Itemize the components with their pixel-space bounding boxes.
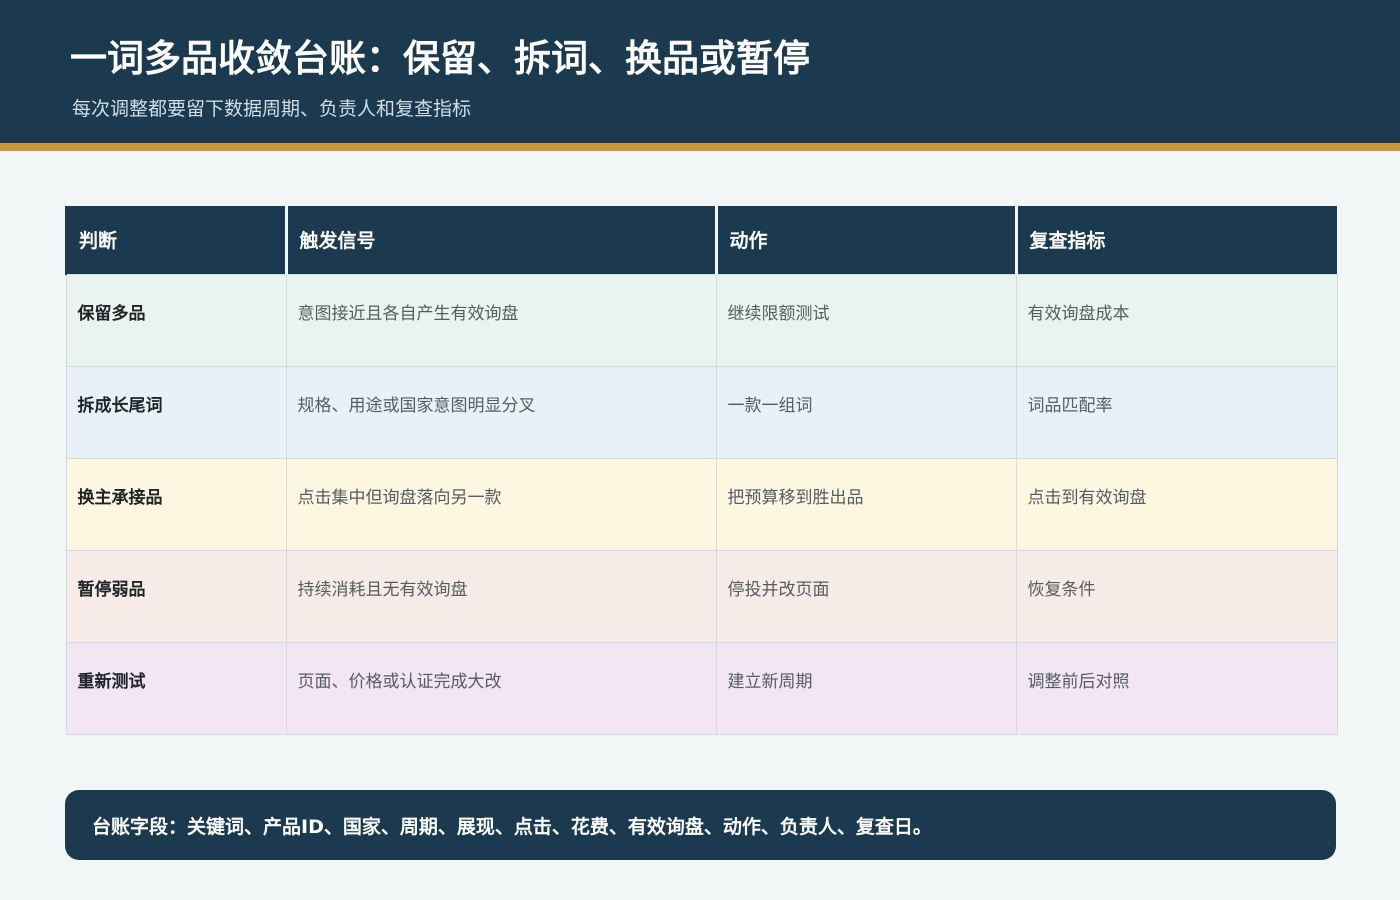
- page-header: 一词多品收敛台账：保留、拆词、换品或暂停 每次调整都要留下数据周期、负责人和复查…: [0, 0, 1400, 143]
- cell-review-metric: 点击到有效询盘: [1015, 457, 1338, 551]
- column-header-judgement: 判断: [65, 206, 286, 274]
- page-subtitle: 每次调整都要留下数据周期、负责人和复查指标: [72, 98, 472, 120]
- page-title: 一词多品收敛台账：保留、拆词、换品或暂停: [70, 37, 810, 80]
- cell-trigger-signal: 持续消耗且无有效询盘: [285, 549, 717, 643]
- column-header-review-metric: 复查指标: [1014, 206, 1337, 274]
- table-row: 重新测试 页面、价格或认证完成大改 建立新周期 调整前后对照: [65, 641, 1338, 735]
- cell-review-metric: 恢复条件: [1015, 549, 1338, 643]
- cell-trigger-signal: 点击集中但询盘落向另一款: [285, 457, 717, 551]
- ledger-fields-note: 台账字段：关键词、产品ID、国家、周期、展现、点击、花费、有效询盘、动作、负责人…: [65, 790, 1336, 860]
- table-row: 换主承接品 点击集中但询盘落向另一款 把预算移到胜出品 点击到有效询盘: [65, 457, 1338, 551]
- ledger-fields-text: 台账字段：关键词、产品ID、国家、周期、展现、点击、花费、有效询盘、动作、负责人…: [92, 815, 932, 838]
- column-header-trigger-signal: 触发信号: [284, 206, 716, 274]
- cell-judgement: 保留多品: [65, 273, 287, 367]
- table-row: 保留多品 意图接近且各自产生有效询盘 继续限额测试 有效询盘成本: [65, 273, 1338, 367]
- cell-action: 把预算移到胜出品: [715, 457, 1017, 551]
- cell-action: 建立新周期: [715, 641, 1017, 735]
- cell-review-metric: 有效询盘成本: [1015, 273, 1338, 367]
- cell-trigger-signal: 页面、价格或认证完成大改: [285, 641, 717, 735]
- table-row: 拆成长尾词 规格、用途或国家意图明显分叉 一款一组词 词品匹配率: [65, 365, 1338, 459]
- cell-action: 一款一组词: [715, 365, 1017, 459]
- column-header-action: 动作: [714, 206, 1016, 274]
- cell-trigger-signal: 意图接近且各自产生有效询盘: [285, 273, 717, 367]
- cell-judgement: 换主承接品: [65, 457, 287, 551]
- header-accent-stripe: [0, 143, 1400, 151]
- cell-judgement: 暂停弱品: [65, 549, 287, 643]
- decision-table: 判断 触发信号 动作 复查指标 保留多品 意图接近且各自产生有效询盘 继续限额测…: [65, 206, 1338, 735]
- cell-action: 停投并改页面: [715, 549, 1017, 643]
- cell-review-metric: 调整前后对照: [1015, 641, 1338, 735]
- cell-trigger-signal: 规格、用途或国家意图明显分叉: [285, 365, 717, 459]
- cell-judgement: 拆成长尾词: [65, 365, 287, 459]
- table-header-row: 判断 触发信号 动作 复查指标: [65, 206, 1337, 274]
- cell-action: 继续限额测试: [715, 273, 1017, 367]
- cell-review-metric: 词品匹配率: [1015, 365, 1338, 459]
- cell-judgement: 重新测试: [65, 641, 287, 735]
- table-row: 暂停弱品 持续消耗且无有效询盘 停投并改页面 恢复条件: [65, 549, 1338, 643]
